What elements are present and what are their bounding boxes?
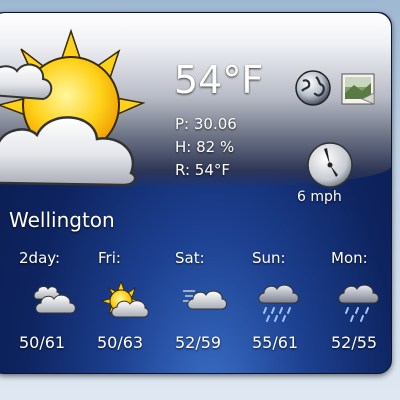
windy-cloud-icon	[183, 290, 227, 310]
forecast-day-label: Fri:	[98, 249, 121, 267]
weather-widget[interactable]: 54°F P: 30.06 H: 82 % R: 54°F 6 mph Well…	[0, 12, 392, 374]
sun-behind-clouds-icon	[0, 28, 146, 187]
forecast-temp-range: 55/61	[252, 333, 299, 352]
forecast-day-label: 2day:	[19, 249, 61, 267]
clouds-icon	[33, 286, 76, 314]
forecast-temp-range: 52/59	[175, 333, 222, 352]
forecast-temp-range: 50/61	[19, 333, 66, 352]
photo-icon[interactable]	[340, 71, 376, 107]
partly-sunny-icon	[101, 281, 149, 318]
pressure-value: P: 30.06	[175, 115, 237, 133]
realfeel-value: R: 54°F	[175, 161, 230, 179]
forecast-day-label: Mon:	[331, 249, 368, 267]
forecast-temp-range: 50/63	[97, 333, 144, 352]
city-name[interactable]: Wellington	[9, 208, 115, 232]
forecast-day-label: Sat:	[175, 249, 205, 267]
rain-icon	[258, 284, 299, 322]
humidity-value: H: 82 %	[175, 138, 235, 156]
wind-direction-icon	[307, 142, 353, 188]
rain-icon	[338, 284, 379, 322]
forecast-temp-range: 52/55	[331, 333, 378, 352]
globe-icon[interactable]	[294, 69, 332, 107]
forecast-day-label: Sun:	[252, 249, 286, 267]
wind-speed: 6 mph	[297, 189, 342, 205]
current-temperature: 54°F	[174, 58, 264, 102]
